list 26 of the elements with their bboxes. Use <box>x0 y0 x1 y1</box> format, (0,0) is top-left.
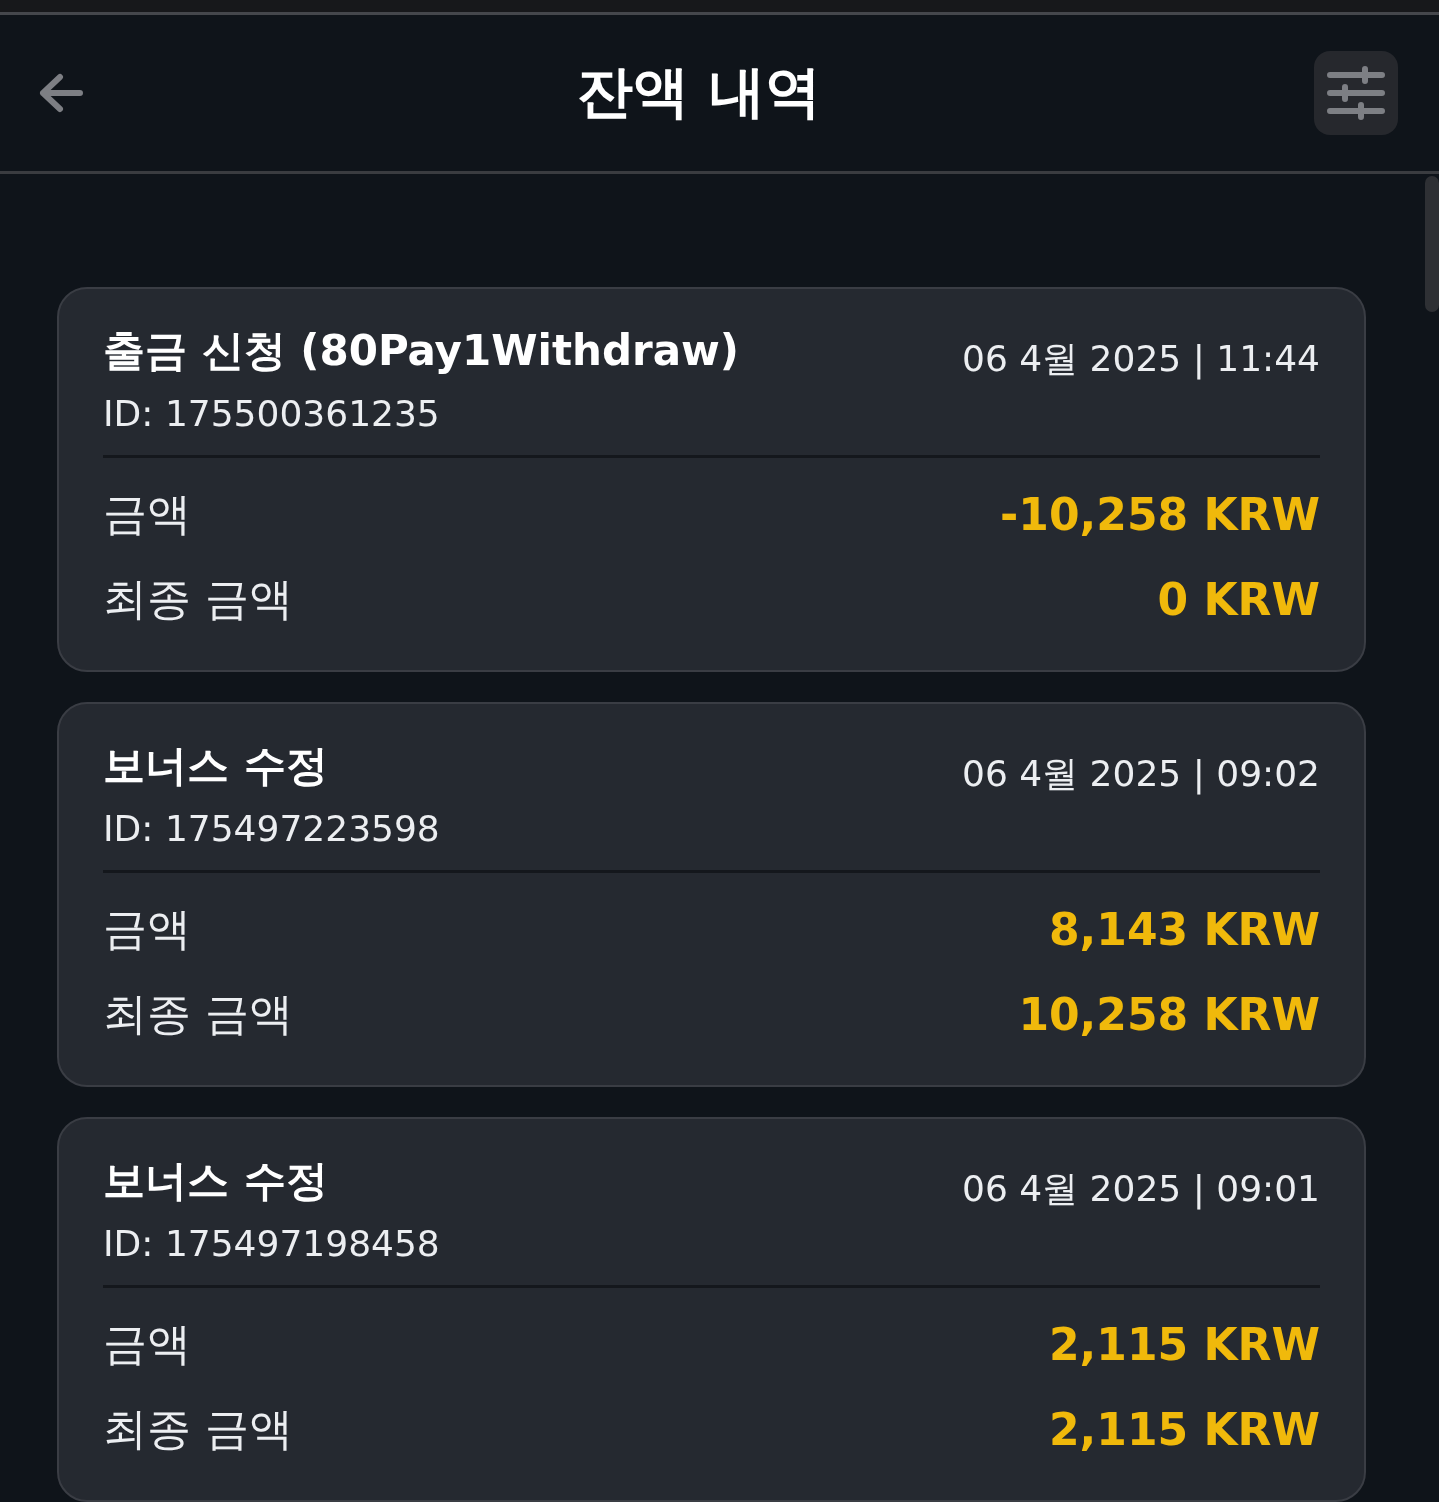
amount-value: 2,115 KRW <box>1049 1319 1320 1370</box>
amount-label: 금액 <box>103 1317 191 1371</box>
transaction-title: 출금 신청 (80Pay1Withdraw) <box>103 325 739 377</box>
amount-label: 금액 <box>103 487 191 541</box>
final-amount-value: 0 KRW <box>1157 574 1320 625</box>
filter-button[interactable] <box>1314 50 1398 135</box>
amount-value: -10,258 KRW <box>1000 489 1320 540</box>
final-amount-value: 10,258 KRW <box>1018 989 1320 1040</box>
transaction-date: 06 4월 2025 | 09:02 <box>962 752 1320 797</box>
transaction-date: 06 4월 2025 | 09:01 <box>962 1167 1320 1212</box>
amount-value: 8,143 KRW <box>1049 904 1320 955</box>
final-amount-value: 2,115 KRW <box>1049 1404 1320 1455</box>
final-amount-label: 최종 금액 <box>103 572 293 626</box>
final-amount-label: 최종 금액 <box>103 1402 293 1456</box>
transaction-id: ID: 175497223598 <box>103 807 440 851</box>
transaction-title: 보너스 수정 <box>103 1155 329 1207</box>
amount-label: 금액 <box>103 902 191 956</box>
page-title: 잔액 내역 <box>577 57 821 126</box>
transaction-title: 보너스 수정 <box>103 740 329 792</box>
back-arrow-icon <box>38 72 84 113</box>
back-button[interactable] <box>38 72 84 113</box>
final-amount-label: 최종 금액 <box>103 987 293 1041</box>
transaction-id: ID: 175497198458 <box>103 1222 440 1266</box>
transaction-date: 06 4월 2025 | 11:44 <box>962 337 1320 382</box>
transaction-id: ID: 175500361235 <box>103 392 441 436</box>
sliders-icon <box>1327 65 1385 120</box>
